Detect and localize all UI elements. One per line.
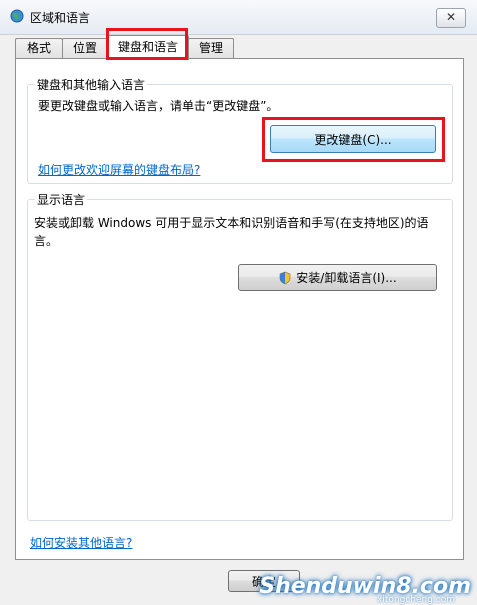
install-uninstall-label: 安装/卸载语言(I)... — [296, 271, 397, 285]
globe-icon — [10, 9, 24, 23]
tab-label: 格式 — [26, 41, 51, 55]
keyboard-group-description: 要更改键盘或输入语言，请单击“更改键盘”。 — [38, 99, 279, 113]
tab-location[interactable]: 位置 — [62, 38, 108, 59]
tab-format[interactable]: 格式 — [15, 38, 63, 59]
tab-label: 位置 — [72, 41, 97, 55]
tab-label: 管理 — [198, 41, 223, 55]
display-language-group-title: 显示语言 — [35, 191, 88, 208]
close-button[interactable]: ✕ — [436, 8, 466, 28]
tab-administrative[interactable]: 管理 — [188, 38, 234, 59]
welcome-keyboard-help-link[interactable]: 如何更改欢迎屏幕的键盘布局? — [38, 161, 200, 178]
window-title: 区域和语言 — [30, 11, 91, 25]
keyboard-group-title: 键盘和其他输入语言 — [35, 76, 148, 93]
active-tab-highlight — [106, 28, 188, 60]
install-other-languages-link[interactable]: 如何安装其他语言? — [30, 534, 132, 551]
title-bar: 区域和语言 ✕ — [0, 0, 477, 35]
change-keyboards-highlight — [262, 117, 445, 162]
watermark-sub: xitongcheng.com — [377, 595, 455, 605]
uac-shield-icon — [279, 271, 291, 284]
install-uninstall-languages-button[interactable]: 安装/卸载语言(I)... — [238, 264, 437, 291]
close-icon: ✕ — [445, 10, 457, 24]
display-language-description: 安装或卸载 Windows 可用于显示文本和识别语音和手写(在支持地区)的语言。 — [34, 216, 429, 248]
tab-panel: 键盘和其他输入语言 要更改键盘或输入语言，请单击“更改键盘”。 更改键盘(C).… — [15, 58, 464, 560]
